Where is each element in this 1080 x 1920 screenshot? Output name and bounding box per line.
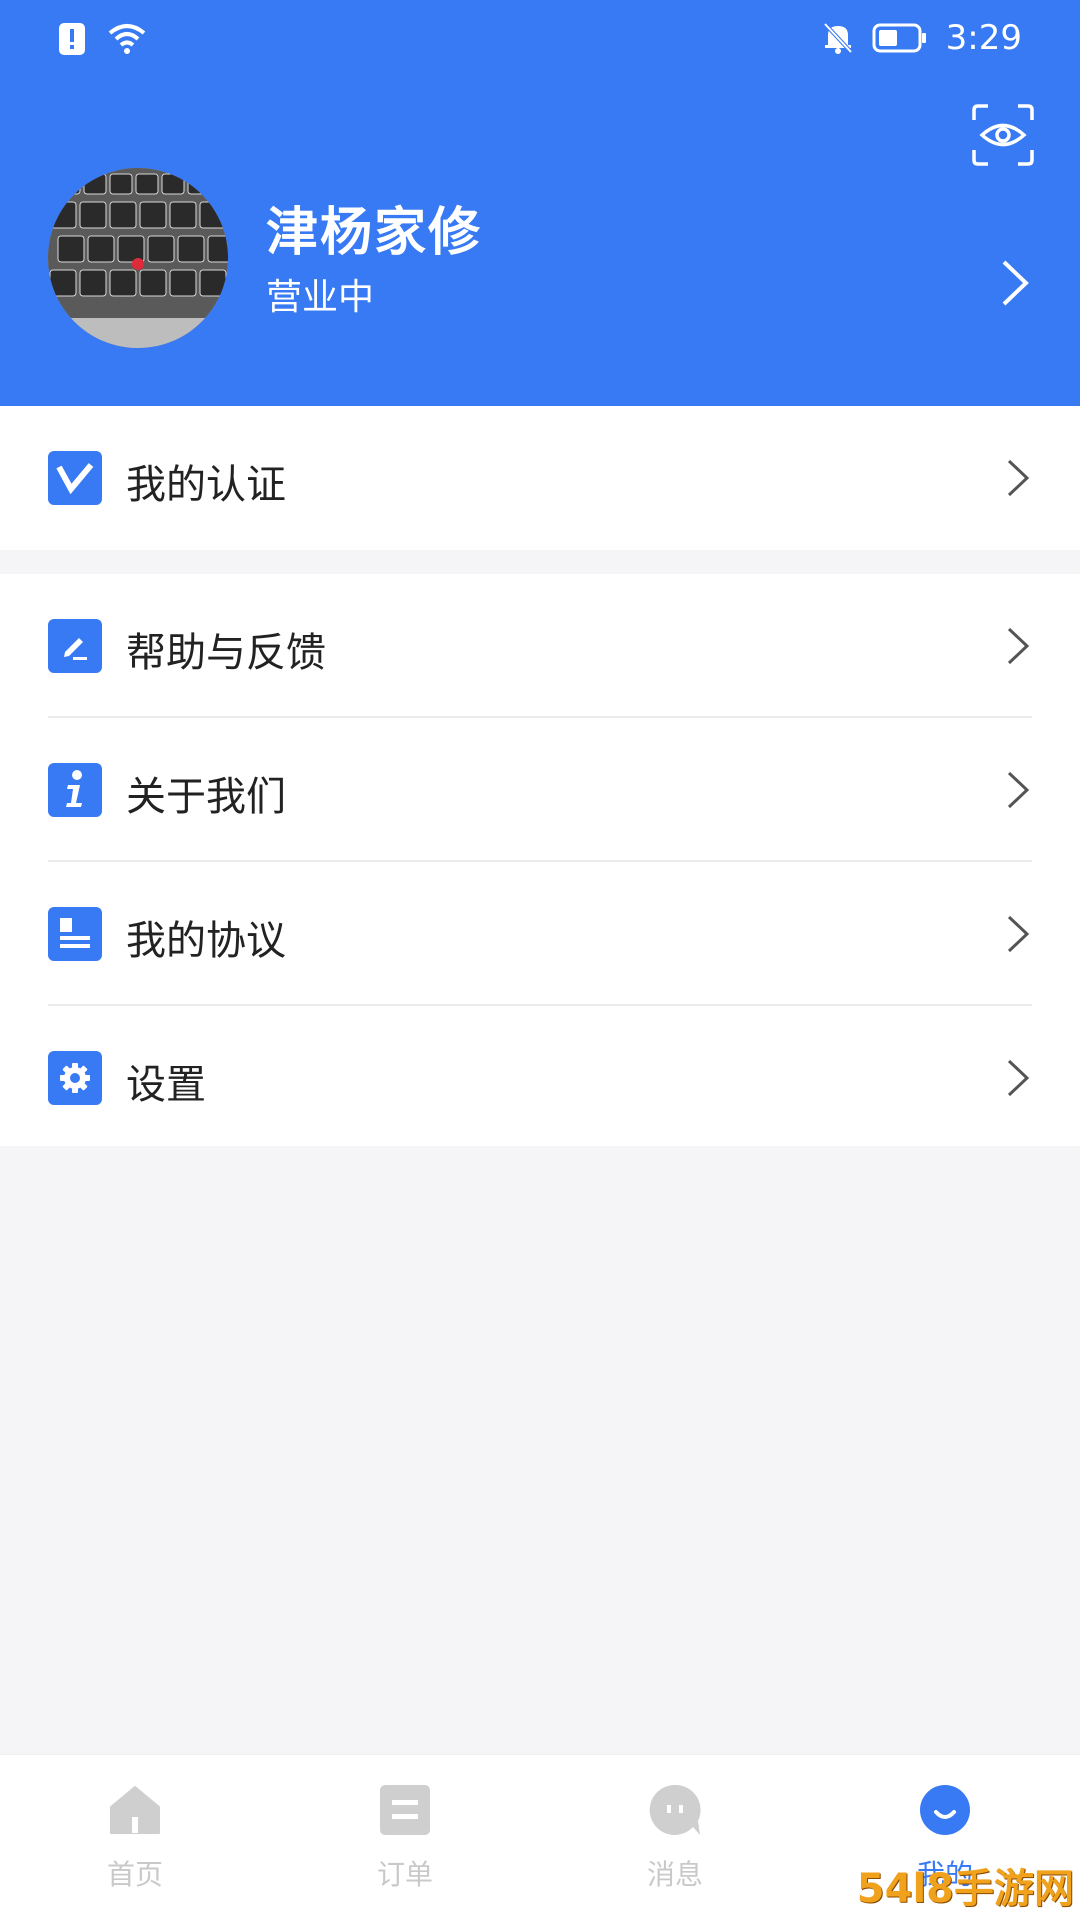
menu-item-label: 我的认证	[126, 462, 286, 508]
gear-icon	[48, 1051, 102, 1105]
tab-label: 消息	[646, 1858, 703, 1891]
menu-item-my-agreement[interactable]: 我的协议	[0, 862, 1080, 1006]
verify-icon	[48, 451, 102, 505]
chevron-right-icon	[1007, 915, 1030, 953]
chevron-right-icon	[1007, 1059, 1030, 1097]
shop-name: 津杨家修	[266, 203, 483, 263]
status-bar: 3:29	[0, 0, 1080, 84]
menu-item-label: 帮助与反馈	[126, 630, 326, 676]
chevron-right-icon	[1007, 459, 1030, 497]
watermark: 54l8手游网	[856, 1866, 1074, 1912]
info-icon	[48, 763, 102, 817]
order-icon	[380, 1785, 430, 1835]
menu-group-general: 帮助与反馈 关于我们 我的协议 设置	[0, 574, 1080, 1146]
tab-label: 订单	[376, 1858, 433, 1891]
chevron-right-icon	[1007, 771, 1030, 809]
menu-item-label: 设置	[126, 1062, 206, 1108]
message-icon	[649, 1784, 701, 1835]
tab-orders[interactable]: 订单	[270, 1755, 540, 1920]
profile-page: 3:29 津杨家修 营业中 我的认证 帮助与反馈 关于我们 我的协议 设置 首页…	[0, 0, 1080, 1920]
menu-item-my-certification[interactable]: 我的认证	[0, 406, 1080, 550]
bell-off-icon	[823, 22, 853, 54]
wifi-icon	[108, 24, 146, 54]
tab-home[interactable]: 首页	[0, 1755, 270, 1920]
eye-scan-icon[interactable]	[972, 104, 1034, 166]
menu-item-about-us[interactable]: 关于我们	[0, 718, 1080, 862]
shop-status: 营业中	[266, 277, 375, 318]
edit-icon	[48, 619, 102, 673]
tab-label: 首页	[106, 1858, 163, 1891]
menu-group-certification: 我的认证	[0, 406, 1080, 550]
profile-icon	[920, 1785, 970, 1835]
menu-item-help-feedback[interactable]: 帮助与反馈	[0, 574, 1080, 718]
battery-icon	[872, 23, 926, 53]
chevron-right-icon[interactable]	[998, 258, 1032, 308]
status-time: 3:29	[945, 18, 1022, 58]
tab-messages[interactable]: 消息	[540, 1755, 810, 1920]
chevron-right-icon	[1007, 627, 1030, 665]
keyboard-avatar-image	[48, 168, 228, 348]
document-icon	[48, 907, 102, 961]
avatar[interactable]	[48, 168, 228, 348]
menu-item-settings[interactable]: 设置	[0, 1006, 1080, 1150]
status-left	[58, 22, 146, 56]
status-right: 3:29	[822, 18, 1022, 58]
menu-item-label: 关于我们	[126, 774, 286, 820]
home-icon	[110, 1786, 160, 1834]
profile-header: 3:29 津杨家修 营业中	[0, 0, 1080, 406]
menu-item-label: 我的协议	[126, 918, 286, 964]
alert-icon	[59, 23, 85, 55]
